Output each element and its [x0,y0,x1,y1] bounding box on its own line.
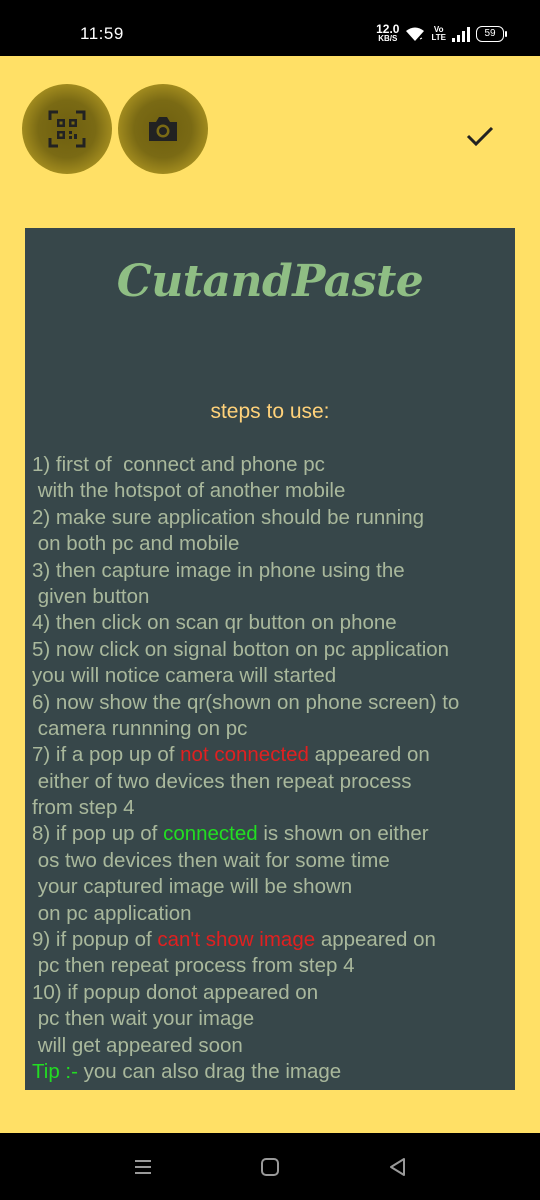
checkmark-icon [466,126,494,147]
home-icon [261,1157,279,1176]
home-button[interactable] [245,1133,295,1200]
step-line: 9) if popup of can't show image appeared… [32,927,511,953]
step-text: appeared on [308,743,430,767]
step-line: pc then wait your image [32,1007,255,1031]
network-speed-unit: KB/S [378,34,398,43]
highlighted-text: can't show image [157,928,316,952]
step-line: given button [32,584,150,608]
step-line: 5) now click on signal botton on pc appl… [32,637,450,661]
navigation-bar [0,1133,540,1200]
confirm-button[interactable] [462,118,498,154]
step-text: is shown on either [257,822,429,846]
highlighted-text: Tip :- [32,1059,78,1083]
step-line: os two devices then wait for some time [32,848,390,872]
steps-list: 1) first of connect and phone pc with th… [32,452,511,1085]
step-line: Tip :- you can also drag the image [32,1059,511,1085]
step-line: on both pc and mobile [32,532,240,556]
highlighted-text: connected [163,822,258,846]
app-title: CutandPaste [116,256,424,307]
step-line: either of two devices then repeat proces… [32,769,412,793]
scan-qr-button[interactable] [22,84,112,174]
step-line: your captured image will be shown [32,875,353,899]
volte-indicator: Vo LTE [431,26,446,42]
step-text: 8) if pop up of [32,822,164,846]
step-line: camera runnning on pc [32,716,248,740]
network-speed-value: 12.0 [376,22,400,36]
step-line: will get appeared soon [32,1033,243,1057]
step-text: 7) if a pop up of [32,743,181,767]
step-line: 6) now show the qr(shown on phone screen… [32,690,460,714]
step-line: 7) if a pop up of not connected appeared… [32,742,511,768]
step-line: from step 4 [32,796,135,820]
back-button[interactable] [373,1133,423,1200]
step-line: on pc application [32,901,192,925]
step-line: you will notice camera will started [32,664,337,688]
status-time: 11:59 [80,24,124,43]
step-line: 2) make sure application should be runni… [32,505,425,529]
step-text: you can also drag the image [77,1059,342,1083]
instructions-panel[interactable]: CutandPaste steps to use: 1) first of co… [25,228,515,1090]
steps-heading: steps to use: [210,400,330,423]
status-bar: 11:59 12.0 KB/S Vo LTE 59 [0,0,540,56]
recent-apps-button[interactable] [118,1133,168,1200]
step-text: appeared on [315,928,436,952]
battery-icon: 59 [476,26,507,42]
status-icons: 12.0 KB/S Vo LTE 59 [376,22,507,46]
camera-button[interactable] [118,84,208,174]
qr-code-scan-icon [48,110,86,148]
step-line: 10) if popup donot appeared on [32,980,319,1004]
step-line: pc then repeat process from step 4 [32,954,355,978]
wifi-icon [406,27,425,41]
step-line: 8) if pop up of connected is shown on ei… [32,821,511,847]
step-text: 9) if popup of [32,928,158,952]
back-icon [390,1157,405,1176]
signal-icon [452,27,470,42]
step-line: 3) then capture image in phone using the [32,558,405,582]
highlighted-text: not connected [180,743,309,767]
step-line: with the hotspot of another mobile [32,479,346,503]
step-line: 1) first of connect and phone pc [32,453,325,476]
step-line: 4) then click on scan qr button on phone [32,611,397,635]
camera-icon [149,117,177,141]
network-speed: 12.0 KB/S [376,22,400,43]
recent-apps-icon [135,1159,151,1174]
volte-bottom: LTE [431,33,446,42]
